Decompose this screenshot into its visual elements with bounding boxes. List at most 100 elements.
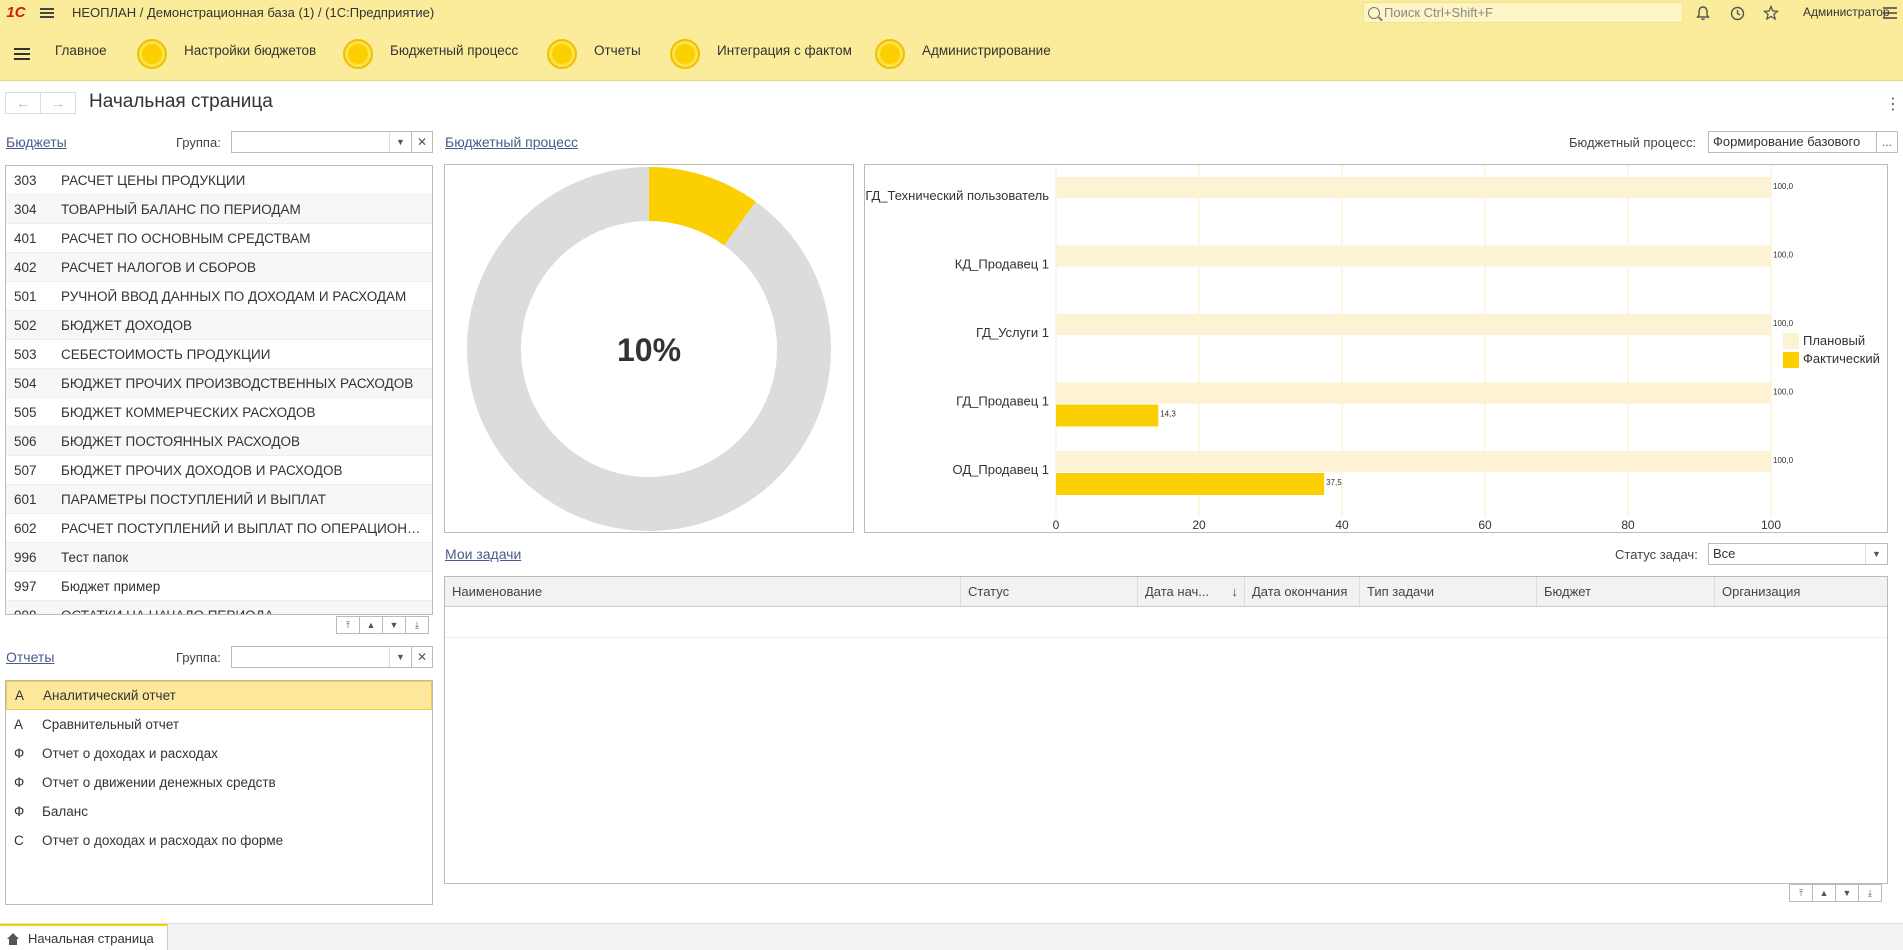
scroll-up-icon[interactable]: ▲: [1812, 884, 1836, 902]
more-actions-icon[interactable]: ⋮: [1885, 94, 1901, 114]
favorites-star-icon[interactable]: [1761, 3, 1781, 23]
user-name[interactable]: Администратор: [1803, 5, 1890, 19]
reports-list[interactable]: А Аналитический отчет А Сравнительный отчет…: [5, 680, 433, 905]
report-name: Аналитический отчет: [43, 688, 176, 703]
section-administration[interactable]: Администрирование: [922, 43, 1051, 58]
my-tasks-link[interactable]: Мои задачи: [445, 546, 521, 562]
col-budget[interactable]: Бюджет: [1537, 577, 1715, 606]
bell-icon[interactable]: [1693, 3, 1713, 23]
list-item[interactable]: Ф Отчет о доходах и расходах: [6, 739, 432, 768]
tab-home-page[interactable]: Начальная страница: [0, 924, 168, 950]
report-type: Ф: [14, 804, 25, 819]
budget-name: БЮДЖЕТ ПРОЧИХ ДОХОДОВ И РАСХОДОВ: [61, 462, 343, 478]
list-item[interactable]: 505 БЮДЖЕТ КОММЕРЧЕСКИХ РАСХОДОВ: [6, 398, 432, 427]
list-item[interactable]: Ф Отчет о движении денежных средств: [6, 768, 432, 797]
list-item[interactable]: 602 РАСЧЕТ ПОСТУПЛЕНИЙ И ВЫПЛАТ ПО ОПЕРАЦ…: [6, 514, 432, 543]
list-item[interactable]: А Аналитический отчет: [6, 681, 432, 710]
list-item[interactable]: 501 РУЧНОЙ ВВОД ДАННЫХ ПО ДОХОДАМ И РАСХО…: [6, 282, 432, 311]
search-placeholder: Поиск Ctrl+Shift+F: [1384, 5, 1493, 20]
list-item[interactable]: 996 Тест папок: [6, 543, 432, 572]
bar-plan-label: 100,0: [1773, 182, 1794, 191]
col-start-date[interactable]: Дата нач... ↓: [1138, 577, 1245, 606]
section-budget-process-icon[interactable]: [343, 39, 373, 69]
list-item[interactable]: 504 БЮДЖЕТ ПРОЧИХ ПРОИЗВОДСТВЕННЫХ РАСХОД…: [6, 369, 432, 398]
col-start-date-label: Дата нач...: [1145, 584, 1210, 599]
list-item[interactable]: 304 ТОВАРНЫЙ БАЛАНС ПО ПЕРИОДАМ: [6, 195, 432, 224]
budget-process-selector[interactable]: Формирование базового: [1708, 131, 1877, 153]
budgets-group-clear-button[interactable]: ✕: [411, 131, 433, 153]
all-functions-icon[interactable]: [14, 45, 30, 63]
back-button[interactable]: ←: [5, 92, 41, 114]
scroll-down-icon[interactable]: ▼: [382, 616, 406, 634]
list-item[interactable]: 506 БЮДЖЕТ ПОСТОЯННЫХ РАСХОДОВ: [6, 427, 432, 456]
history-icon[interactable]: [1727, 3, 1747, 23]
budget-name: БЮДЖЕТ ПОСТОЯННЫХ РАСХОДОВ: [61, 433, 301, 449]
list-item[interactable]: 503 СЕБЕСТОИМОСТЬ ПРОДУКЦИИ: [6, 340, 432, 369]
bar-plan: [1056, 451, 1771, 472]
list-item[interactable]: Ф Баланс: [6, 797, 432, 826]
progress-donut-panel: 10%: [444, 164, 854, 533]
scroll-bottom-icon[interactable]: ⤓: [1858, 884, 1882, 902]
reports-link[interactable]: Отчеты: [6, 649, 54, 665]
bar-fact: [1056, 404, 1159, 427]
scroll-top-icon[interactable]: ⤒: [336, 616, 360, 634]
main-menu-icon[interactable]: [32, 0, 62, 25]
reports-group-select[interactable]: ▼: [231, 646, 412, 668]
list-item[interactable]: 502 БЮДЖЕТ ДОХОДОВ: [6, 311, 432, 340]
budgets-group-select[interactable]: ▼: [231, 131, 412, 153]
search-input[interactable]: Поиск Ctrl+Shift+F: [1363, 2, 1683, 23]
budget-code: 304: [14, 201, 37, 217]
col-end-date[interactable]: Дата окончания: [1245, 577, 1360, 606]
chevron-down-icon[interactable]: ▼: [1865, 544, 1887, 564]
tasks-table[interactable]: Наименование Статус Дата нач... ↓ Дата о…: [444, 576, 1888, 884]
scroll-bottom-icon[interactable]: ⤓: [405, 616, 429, 634]
list-item[interactable]: С Отчет о доходах и расходах по форме: [6, 826, 432, 855]
section-budget-settings[interactable]: Настройки бюджетов: [184, 43, 316, 58]
budget-name: СЕБЕСТОИМОСТЬ ПРОДУКЦИИ: [61, 346, 271, 362]
section-integration-icon[interactable]: [670, 39, 700, 69]
list-item[interactable]: 303 РАСЧЕТ ЦЕНЫ ПРОДУКЦИИ: [6, 166, 432, 195]
x-tick-label: 80: [1621, 518, 1635, 532]
section-reports-icon[interactable]: [547, 39, 577, 69]
section-reports[interactable]: Отчеты: [594, 43, 641, 58]
list-item[interactable]: 998 ОСТАТКИ НА НАЧАЛО ПЕРИОДА: [6, 601, 432, 615]
budget-process-select-button[interactable]: ...: [1876, 131, 1898, 153]
list-item[interactable]: 601 ПАРАМЕТРЫ ПОСТУПЛЕНИЙ И ВЫПЛАТ: [6, 485, 432, 514]
budgets-list[interactable]: 303 РАСЧЕТ ЦЕНЫ ПРОДУКЦИИ 304 ТОВАРНЫЙ БАЛА…: [5, 165, 433, 615]
section-budget-settings-icon[interactable]: [137, 39, 167, 69]
col-task-type[interactable]: Тип задачи: [1360, 577, 1537, 606]
scroll-top-icon[interactable]: ⤒: [1789, 884, 1813, 902]
col-status[interactable]: Статус: [961, 577, 1138, 606]
col-organization[interactable]: Организация: [1715, 577, 1887, 606]
col-name[interactable]: Наименование: [445, 577, 961, 606]
budget-code: 998: [14, 607, 37, 615]
section-main[interactable]: Главное: [55, 43, 107, 58]
list-item[interactable]: 507 БЮДЖЕТ ПРОЧИХ ДОХОДОВ И РАСХОДОВ: [6, 456, 432, 485]
settings-menu-icon[interactable]: [1880, 3, 1900, 23]
section-integration[interactable]: Интеграция с фактом: [717, 43, 852, 58]
list-item[interactable]: 402 РАСЧЕТ НАЛОГОВ И СБОРОВ: [6, 253, 432, 282]
report-type: А: [15, 688, 25, 703]
forward-button[interactable]: →: [40, 92, 76, 114]
tasks-status-label: Статус задач:: [1615, 547, 1698, 562]
list-item[interactable]: 997 Бюджет пример: [6, 572, 432, 601]
list-item[interactable]: 401 РАСЧЕТ ПО ОСНОВНЫМ СРЕДСТВАМ: [6, 224, 432, 253]
budget-name: Бюджет пример: [61, 578, 161, 594]
section-budget-process[interactable]: Бюджетный процесс: [390, 43, 518, 58]
chevron-down-icon[interactable]: ▼: [389, 132, 411, 152]
budgets-link[interactable]: Бюджеты: [6, 134, 67, 150]
chevron-down-icon[interactable]: ▼: [389, 647, 411, 667]
scroll-down-icon[interactable]: ▼: [1835, 884, 1859, 902]
budget-name: РАСЧЕТ НАЛОГОВ И СБОРОВ: [61, 259, 256, 275]
scroll-up-icon[interactable]: ▲: [359, 616, 383, 634]
progress-donut-chart: 10%: [467, 167, 831, 531]
budget-code: 602: [14, 520, 37, 536]
budget-code: 503: [14, 346, 37, 362]
y-category-label: ГД_Услуги 1: [976, 325, 1049, 340]
budget-process-link[interactable]: Бюджетный процесс: [445, 134, 578, 150]
reports-group-clear-button[interactable]: ✕: [411, 646, 433, 668]
section-administration-icon[interactable]: [875, 39, 905, 69]
title-bar: 1С НЕОПЛАН / Демонстрационная база (1) /…: [0, 0, 1903, 25]
tasks-status-select[interactable]: Все ▼: [1708, 543, 1888, 565]
list-item[interactable]: А Сравнительный отчет: [6, 710, 432, 739]
